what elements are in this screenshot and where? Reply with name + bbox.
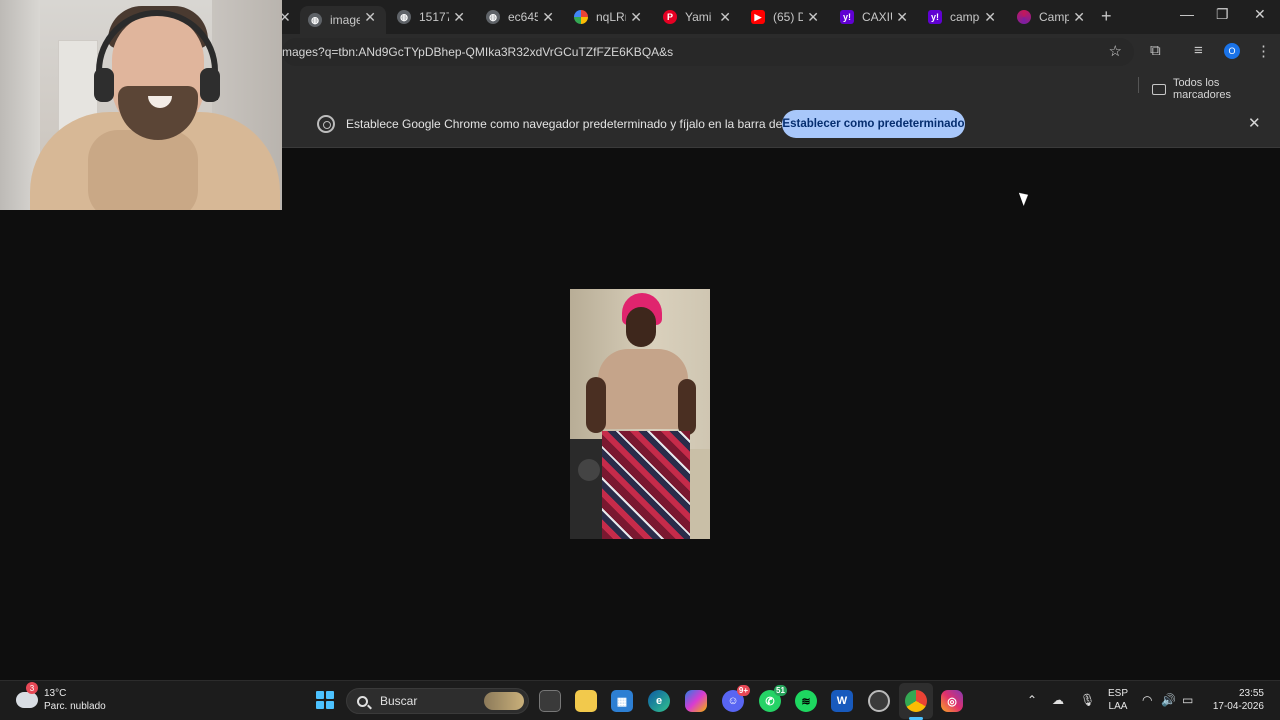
onedrive-cloud-icon[interactable]: ☁	[1052, 693, 1064, 707]
whatsapp-badge: 51	[774, 685, 787, 696]
lang-code: ESP	[1108, 688, 1129, 699]
instagram-icon[interactable]: ◎	[941, 690, 963, 712]
taskbar: 3 13°C Parc. nublado Buscar ▦ e ☺ 9+ ✆ 5…	[0, 680, 1280, 720]
new-tab-button[interactable]: +	[1101, 6, 1112, 27]
weather-widget[interactable]: 3 13°C Parc. nublado	[12, 682, 106, 713]
copilot-icon[interactable]	[685, 690, 707, 712]
search-icon	[357, 695, 368, 707]
tab-yami[interactable]: P Yami C ✕	[663, 6, 731, 28]
obs-icon[interactable]	[868, 690, 890, 712]
close-icon[interactable]: ✕	[1248, 114, 1261, 132]
tab-title: campo	[950, 10, 980, 24]
spotify-icon[interactable]: ≋	[795, 690, 817, 712]
image-viewer	[0, 148, 1280, 680]
profile-avatar[interactable]: O	[1224, 43, 1240, 59]
chrome-icon	[317, 115, 335, 133]
wifi-icon[interactable]: ◠	[1142, 693, 1152, 707]
screen: ✕ ◍ image ✕ ◍ 15177 ✕ ◍ ec645 ✕ nqLRn ✕ …	[0, 0, 1280, 720]
globe-icon: ◍	[308, 13, 322, 27]
whatsapp-icon[interactable]: ✆ 51	[759, 685, 787, 712]
extensions-icon[interactable]: ⧉	[1150, 42, 1161, 59]
volume-icon[interactable]: 🔊	[1161, 693, 1176, 707]
campo-icon	[1017, 10, 1031, 24]
divider	[1138, 77, 1139, 93]
webcam-overlay	[0, 0, 282, 210]
search-highlight-image	[484, 692, 524, 710]
tab-campo[interactable]: y! campo ✕	[928, 6, 996, 28]
tab-title: ec645	[508, 10, 538, 24]
tab-title: (65) D	[773, 10, 803, 24]
tab-15177[interactable]: ◍ 15177 ✕	[397, 6, 465, 28]
tab-title: image	[330, 13, 360, 27]
bookmark-star-icon[interactable]: ☆	[1109, 42, 1122, 60]
keyboard-layout: LAA	[1108, 701, 1128, 712]
search-placeholder: Buscar	[380, 694, 418, 708]
close-tab-icon[interactable]: ✕	[1073, 9, 1085, 25]
globe-icon: ◍	[486, 10, 500, 24]
yahoo-icon: y!	[928, 10, 942, 24]
url-text[interactable]: mages?q=tbn:ANd9GcTYpDBhep-QMIka3R32xdVr…	[282, 45, 673, 59]
tab-caxiu[interactable]: y! CAXIU ✕	[840, 6, 908, 28]
youtube-icon: ▶	[751, 10, 765, 24]
clock[interactable]: 23:55 17-04-2026	[1208, 687, 1264, 713]
weather-badge: 3	[26, 682, 38, 694]
weather-condition: Parc. nublado	[44, 701, 106, 712]
tab-campo-2[interactable]: Campo ✕	[1017, 6, 1085, 28]
tab-title: CAXIU	[862, 10, 892, 24]
close-tab-icon[interactable]: ✕	[542, 9, 554, 25]
file-explorer-icon[interactable]	[575, 690, 597, 712]
set-default-button[interactable]: Establecer como predeterminado	[782, 110, 965, 138]
displayed-image[interactable]	[570, 289, 710, 539]
menu-icon[interactable]: ⋮	[1256, 42, 1271, 60]
start-button[interactable]	[316, 691, 334, 709]
clock-time: 23:55	[1238, 688, 1264, 699]
pinterest-icon: P	[663, 10, 677, 24]
battery-icon[interactable]: ▭	[1182, 693, 1193, 707]
all-bookmarks-folder[interactable]: Todos los marcadores	[1152, 77, 1280, 101]
close-tab-icon[interactable]: ✕	[364, 9, 376, 25]
edge-icon[interactable]: e	[648, 690, 670, 712]
tab-title: Yami C	[685, 10, 715, 24]
discord-badge: 9+	[736, 685, 750, 696]
tab-image[interactable]: ◍ image ✕	[300, 6, 386, 34]
chevron-up-icon[interactable]: ⌃	[1027, 693, 1037, 707]
discord-icon[interactable]: ☺ 9+	[722, 685, 750, 712]
folder-label: Todos los marcadores	[1172, 77, 1232, 101]
globe-icon: ◍	[397, 10, 411, 24]
tab-title: Campo	[1039, 10, 1069, 24]
yahoo-icon: y!	[840, 10, 854, 24]
microphone-icon[interactable]: 🎙	[1080, 693, 1095, 707]
tab-title: 15177	[419, 10, 449, 24]
partly-cloudy-icon: 3	[12, 682, 38, 708]
close-tab-icon[interactable]: ✕	[896, 9, 908, 25]
task-view-icon[interactable]	[539, 690, 561, 712]
tab-ec645[interactable]: ◍ ec645 ✕	[486, 6, 554, 28]
word-icon[interactable]: W	[831, 690, 853, 712]
folder-icon	[1152, 83, 1166, 95]
close-tab-icon[interactable]: ✕	[719, 9, 731, 25]
close-tab-icon[interactable]: ✕	[630, 9, 642, 25]
tab-nqlrn[interactable]: nqLRn ✕	[574, 6, 642, 28]
media-controls-icon[interactable]: ≡	[1194, 42, 1203, 59]
language-indicator[interactable]: ESP LAA	[1108, 687, 1128, 713]
close-tab-icon[interactable]: ✕	[453, 9, 465, 25]
chrome-taskbar-icon[interactable]	[905, 690, 927, 712]
address-bar[interactable]: mages?q=tbn:ANd9GcTYpDBhep-QMIka3R32xdVr…	[282, 38, 1134, 66]
taskbar-search[interactable]: Buscar	[346, 688, 529, 714]
google-photos-icon	[574, 10, 588, 24]
clock-date: 17-04-2026	[1212, 701, 1264, 712]
restore-icon[interactable]: ❐	[1216, 6, 1229, 23]
close-tab-icon[interactable]: ✕	[984, 9, 996, 25]
close-tab-icon[interactable]: ✕	[807, 9, 819, 25]
infobar-message: Establece Google Chrome como navegador p…	[346, 117, 819, 131]
tab-youtube[interactable]: ▶ (65) D ✕	[751, 6, 819, 28]
close-window-icon[interactable]: ✕	[1254, 6, 1266, 23]
microsoft-store-icon[interactable]: ▦	[611, 690, 633, 712]
minimize-icon[interactable]: —	[1180, 6, 1194, 22]
tab-title: nqLRn	[596, 10, 626, 24]
weather-temp: 13°C	[44, 688, 67, 699]
